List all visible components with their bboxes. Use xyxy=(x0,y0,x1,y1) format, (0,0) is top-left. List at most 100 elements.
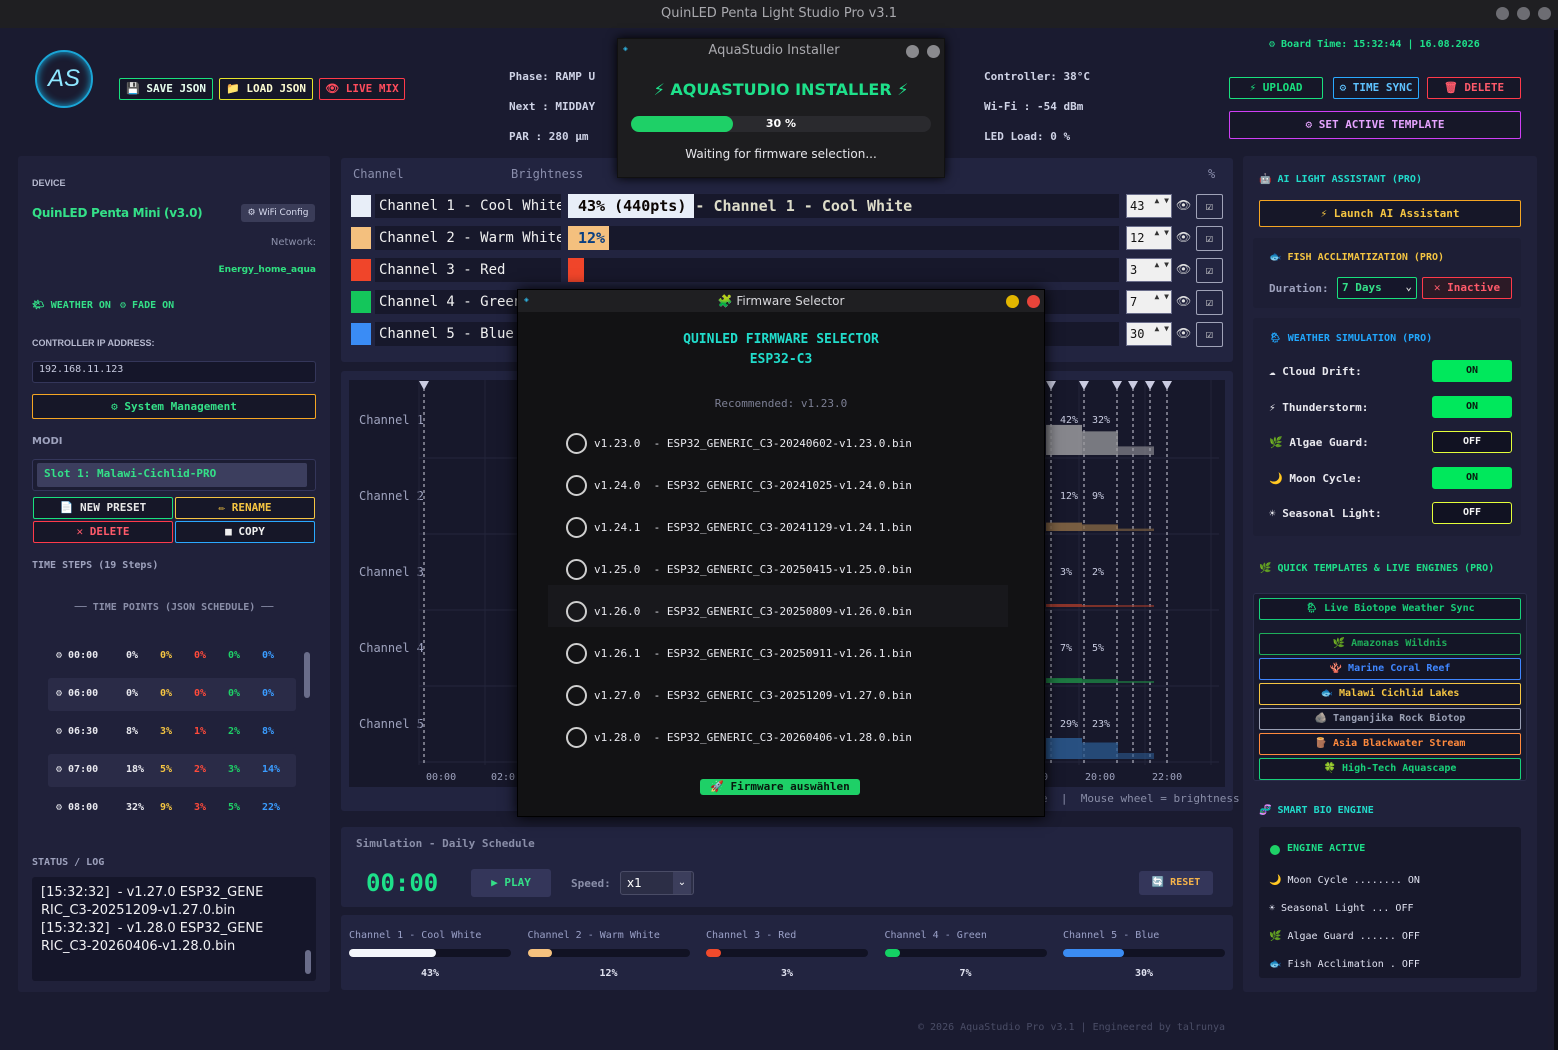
firmware-option[interactable]: v1.23.0 - ESP32_GENERIC_C3-20240602-v1.2… xyxy=(566,433,986,455)
enable-checkbox[interactable]: ☑ xyxy=(1196,258,1223,283)
enable-checkbox[interactable]: ☑ xyxy=(1196,194,1223,219)
enable-checkbox[interactable]: ☑ xyxy=(1196,226,1223,251)
visibility-eye-icon[interactable]: 👁 xyxy=(1176,262,1191,276)
weather-toggle[interactable]: ON xyxy=(1432,466,1512,489)
weather-toggle[interactable]: OFF xyxy=(1432,431,1512,453)
marker-handle-icon[interactable] xyxy=(1128,381,1138,390)
time-step-row[interactable]: ⚙ 06:30 8% 3% 1% 2% 8% xyxy=(48,716,296,749)
brightness-spinbox[interactable]: 43 ▲ ▼ xyxy=(1126,194,1172,218)
play-button[interactable]: ▶ PLAY xyxy=(471,869,551,897)
radio-button[interactable] xyxy=(566,601,587,622)
firmware-minimize-button[interactable] xyxy=(1006,295,1019,308)
maximize-button[interactable] xyxy=(1517,7,1530,20)
channel-level-fill xyxy=(527,949,552,957)
spin-arrows-icon: ▲ ▼ xyxy=(1154,228,1169,237)
copy-preset-button[interactable]: ■ COPY xyxy=(175,521,315,543)
firmware-option[interactable]: v1.27.0 - ESP32_GENERIC_C3-20251209-v1.2… xyxy=(566,685,986,707)
template-button[interactable]: 🪨 Tanganjika Rock Biotop xyxy=(1259,708,1521,730)
time-step-row[interactable]: ⚙ 08:00 32% 9% 3% 5% 22% xyxy=(48,792,296,825)
inactive-button[interactable]: ✕ Inactive xyxy=(1422,277,1512,299)
system-management-button[interactable]: ⚙ System Management xyxy=(32,394,316,419)
save-json-button[interactable]: 💾 SAVE JSON xyxy=(119,78,213,100)
radio-button[interactable] xyxy=(566,727,587,748)
visibility-eye-icon[interactable]: 👁 xyxy=(1176,294,1191,308)
brightness-spinbox[interactable]: 30 ▲ ▼ xyxy=(1126,322,1172,346)
visibility-eye-icon[interactable]: 👁 xyxy=(1176,198,1191,212)
radio-button[interactable] xyxy=(566,433,587,454)
ip-input[interactable]: 192.168.11.123 xyxy=(32,361,316,383)
firmware-select-button[interactable]: 🚀 Firmware auswählen xyxy=(700,779,860,795)
brightness-slider[interactable]: 43% (440pts) - Channel 1 - Cool White xyxy=(568,194,1119,218)
live-mix-button[interactable]: 👁 LIVE MIX xyxy=(319,78,405,100)
visibility-eye-icon[interactable]: 👁 xyxy=(1176,326,1191,340)
firmware-file: ESP32_GENERIC_C3-20251209-v1.27.0.bin xyxy=(666,689,912,702)
upload-button[interactable]: ⚡ UPLOAD xyxy=(1229,77,1323,99)
template-button[interactable]: 🐟 Malawi Cichlid Lakes xyxy=(1259,683,1521,705)
radio-button[interactable] xyxy=(566,685,587,706)
chart-pct-label: 9% xyxy=(1092,491,1104,502)
firmware-option[interactable]: v1.24.1 - ESP32_GENERIC_C3-20241129-v1.2… xyxy=(566,517,986,539)
installer-close-button[interactable] xyxy=(927,45,940,58)
firmware-option[interactable]: v1.26.1 - ESP32_GENERIC_C3-20250911-v1.2… xyxy=(566,643,986,665)
wifi-config-button[interactable]: ⚙ WiFi Config xyxy=(241,204,315,222)
installer-minimize-button[interactable] xyxy=(906,45,919,58)
marker-handle-icon[interactable] xyxy=(1079,381,1089,390)
chart-area xyxy=(1118,681,1154,683)
weather-toggle[interactable]: ON xyxy=(1432,395,1512,418)
time-steps-list[interactable]: ⚙ 00:00 0% 0% 0% 0% 0% ⚙ 06:00 0% 0% 0% 0% 0% ⚙ 06:3… xyxy=(40,640,302,830)
time-step-row[interactable]: ⚙ 00:00 0% 0% 0% 0% 0% xyxy=(48,640,296,673)
firmware-option[interactable]: v1.28.0 - ESP32_GENERIC_C3-20260406-v1.2… xyxy=(566,727,986,749)
firmware-option[interactable]: v1.25.0 - ESP32_GENERIC_C3-20250415-v1.2… xyxy=(566,559,986,581)
rename-button[interactable]: ✏ RENAME xyxy=(175,497,315,519)
template-button[interactable]: 🍀 High-Tech Aquascape xyxy=(1259,758,1521,780)
firmware-close-button[interactable] xyxy=(1027,295,1040,308)
marker-handle-icon[interactable] xyxy=(1145,381,1155,390)
channel-level-track xyxy=(527,949,690,957)
time-step-row[interactable]: ⚙ 06:00 0% 0% 0% 0% 0% xyxy=(48,678,296,711)
brightness-spinbox[interactable]: 12 ▲ ▼ xyxy=(1126,226,1172,250)
minimize-button[interactable] xyxy=(1496,7,1509,20)
time-step-row[interactable]: ⚙ 07:00 18% 5% 2% 3% 14% xyxy=(48,754,296,787)
visibility-eye-icon[interactable]: 👁 xyxy=(1176,230,1191,244)
firmware-option[interactable]: v1.26.0 - ESP32_GENERIC_C3-20250809-v1.2… xyxy=(566,601,986,623)
slot-value[interactable]: Slot 1: Malawi-Cichlid-PRO xyxy=(37,463,307,487)
time-step-time: ⚙ 06:30 xyxy=(56,726,99,737)
new-preset-button[interactable]: 📄 NEW PRESET xyxy=(33,497,173,519)
channel-level-meter: Channel 5 - Blue 30% xyxy=(1063,930,1225,979)
reset-button[interactable]: 🔄 RESET xyxy=(1139,871,1213,895)
radio-button[interactable] xyxy=(566,475,587,496)
delete-button[interactable]: 🗑 DELETE xyxy=(1427,77,1521,99)
radio-button[interactable] xyxy=(566,643,587,664)
template-button[interactable]: 🌦 Live Biotope Weather Sync xyxy=(1259,598,1521,620)
marker-handle-icon[interactable] xyxy=(1162,381,1172,390)
brightness-spinbox[interactable]: 7 ▲ ▼ xyxy=(1126,290,1172,314)
duration-select[interactable]: 7 Days ⌄ xyxy=(1337,277,1417,299)
close-button[interactable] xyxy=(1538,7,1551,20)
time-sync-button[interactable]: ⚙ TIME SYNC xyxy=(1333,77,1419,99)
enable-checkbox[interactable]: ☑ xyxy=(1196,290,1223,315)
log-scrollbar[interactable] xyxy=(305,950,311,974)
time-steps-scrollbar[interactable] xyxy=(304,652,310,698)
radio-button[interactable] xyxy=(566,559,587,580)
speed-select[interactable]: x1 ⌄ xyxy=(620,871,694,895)
load-json-button[interactable]: 📁 LOAD JSON xyxy=(219,78,313,100)
template-button[interactable]: 🪵 Asia Blackwater Stream xyxy=(1259,733,1521,755)
template-button[interactable]: 🌿 Amazonas Wildnis xyxy=(1259,633,1521,655)
marker-handle-icon[interactable] xyxy=(1112,381,1122,390)
delete-preset-button[interactable]: ✕ DELETE xyxy=(33,521,173,543)
firmware-option[interactable]: v1.24.0 - ESP32_GENERIC_C3-20241025-v1.2… xyxy=(566,475,986,497)
enable-checkbox[interactable]: ☑ xyxy=(1196,322,1223,347)
template-button[interactable]: 🪸 Marine Coral Reef xyxy=(1259,658,1521,680)
firmware-separator: - xyxy=(640,731,667,744)
radio-button[interactable] xyxy=(566,517,587,538)
weather-toggle[interactable]: OFF xyxy=(1432,502,1512,524)
set-active-template-button[interactable]: ⚙ SET ACTIVE TEMPLATE xyxy=(1229,111,1521,139)
brightness-slider[interactable] xyxy=(568,258,1119,282)
brightness-spinbox[interactable]: 3 ▲ ▼ xyxy=(1126,258,1172,282)
brightness-slider[interactable]: 12% xyxy=(568,226,1119,250)
fish-title: 🐟 FISH ACCLIMATIZATION (PRO) xyxy=(1269,252,1445,263)
marker-handle-icon[interactable] xyxy=(419,381,429,390)
weather-toggle[interactable]: ON xyxy=(1432,360,1512,382)
launch-ai-button[interactable]: ⚡ Launch AI Assistant xyxy=(1259,200,1521,227)
marker-handle-icon[interactable] xyxy=(1046,381,1056,390)
